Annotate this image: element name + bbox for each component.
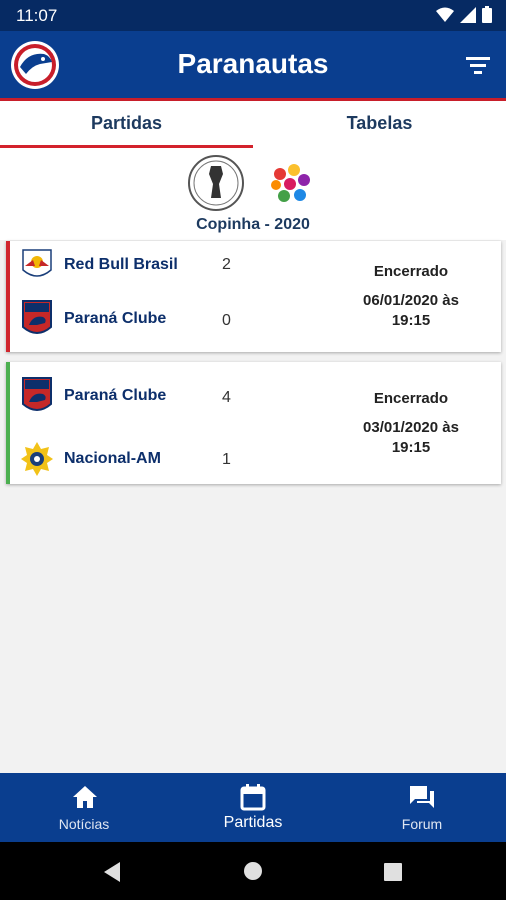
status-icons xyxy=(436,6,492,23)
copinha-colorful-logo-icon[interactable] xyxy=(264,158,316,210)
match-card[interactable]: Red Bull Brasil 2 Paraná Clube 0 Encerra… xyxy=(6,241,501,352)
back-icon[interactable] xyxy=(102,861,122,883)
match-date-line: 06/01/2020 às xyxy=(363,292,459,309)
away-team: Nacional-AM xyxy=(20,437,161,481)
copinha-trophy-icon[interactable] xyxy=(187,154,245,212)
app-title: Paranautas xyxy=(177,48,329,79)
nacional-am-badge-icon xyxy=(20,439,54,479)
match-result-accent xyxy=(6,241,10,352)
filter-icon[interactable] xyxy=(464,53,492,77)
match-result-accent xyxy=(6,362,10,484)
home-button-icon[interactable] xyxy=(243,861,263,881)
home-team: Paraná Clube xyxy=(20,374,166,418)
app-bar: Paranautas xyxy=(0,31,506,98)
team-name: Paraná Clube xyxy=(64,387,167,404)
competition-name: Copinha - 2020 xyxy=(196,216,310,233)
nav-forum[interactable]: Forum xyxy=(338,773,506,842)
tab-label: Tabelas xyxy=(346,113,413,133)
tab-partidas[interactable]: Partidas xyxy=(0,101,253,148)
nav-label: Partidas xyxy=(223,814,283,831)
parana-clube-badge-icon xyxy=(20,376,54,416)
bottom-navigation: Notícias Partidas Forum xyxy=(0,773,506,842)
match-date: 06/01/2020 às 19:15 xyxy=(336,291,486,331)
match-card[interactable]: Paraná Clube 4 Nacional-AM 1 Encerrado 0… xyxy=(6,362,501,484)
nav-label: Notícias xyxy=(58,816,110,832)
tab-tabelas[interactable]: Tabelas xyxy=(253,101,506,148)
home-icon xyxy=(73,786,97,808)
wifi-icon xyxy=(436,7,454,22)
team-name: Nacional-AM xyxy=(64,450,161,467)
away-score: 0 xyxy=(222,312,231,329)
home-score: 4 xyxy=(222,389,231,406)
tab-bar: Partidas Tabelas xyxy=(0,101,506,148)
nav-noticias[interactable]: Notícias xyxy=(0,773,168,842)
match-status: Encerrado xyxy=(373,390,449,407)
forum-icon xyxy=(410,786,434,808)
away-team: Paraná Clube xyxy=(20,297,166,341)
home-score: 2 xyxy=(222,256,231,273)
calendar-icon xyxy=(240,784,266,811)
home-team: Red Bull Brasil xyxy=(20,243,178,287)
battery-icon xyxy=(482,6,492,23)
red-bull-badge-icon xyxy=(20,245,54,285)
status-time: 11:07 xyxy=(16,6,58,25)
nav-partidas[interactable]: Partidas xyxy=(169,773,337,842)
system-navigation-bar xyxy=(0,842,506,900)
status-bar: 11:07 xyxy=(0,0,506,31)
signal-icon xyxy=(460,6,476,23)
match-time-line: 19:15 xyxy=(391,312,431,329)
match-date: 03/01/2020 às 19:15 xyxy=(336,418,486,458)
away-score: 1 xyxy=(222,451,231,468)
parana-clube-badge-icon xyxy=(20,299,54,339)
recents-icon[interactable] xyxy=(384,863,402,881)
team-name: Paraná Clube xyxy=(64,310,167,327)
match-date-line: 03/01/2020 às xyxy=(363,419,459,436)
match-status: Encerrado xyxy=(373,263,449,280)
match-time-line: 19:15 xyxy=(391,439,431,456)
tab-label: Partidas xyxy=(90,113,163,133)
competition-header: Copinha - 2020 xyxy=(0,148,506,240)
nav-label: Forum xyxy=(401,816,443,832)
team-name: Red Bull Brasil xyxy=(64,256,178,273)
